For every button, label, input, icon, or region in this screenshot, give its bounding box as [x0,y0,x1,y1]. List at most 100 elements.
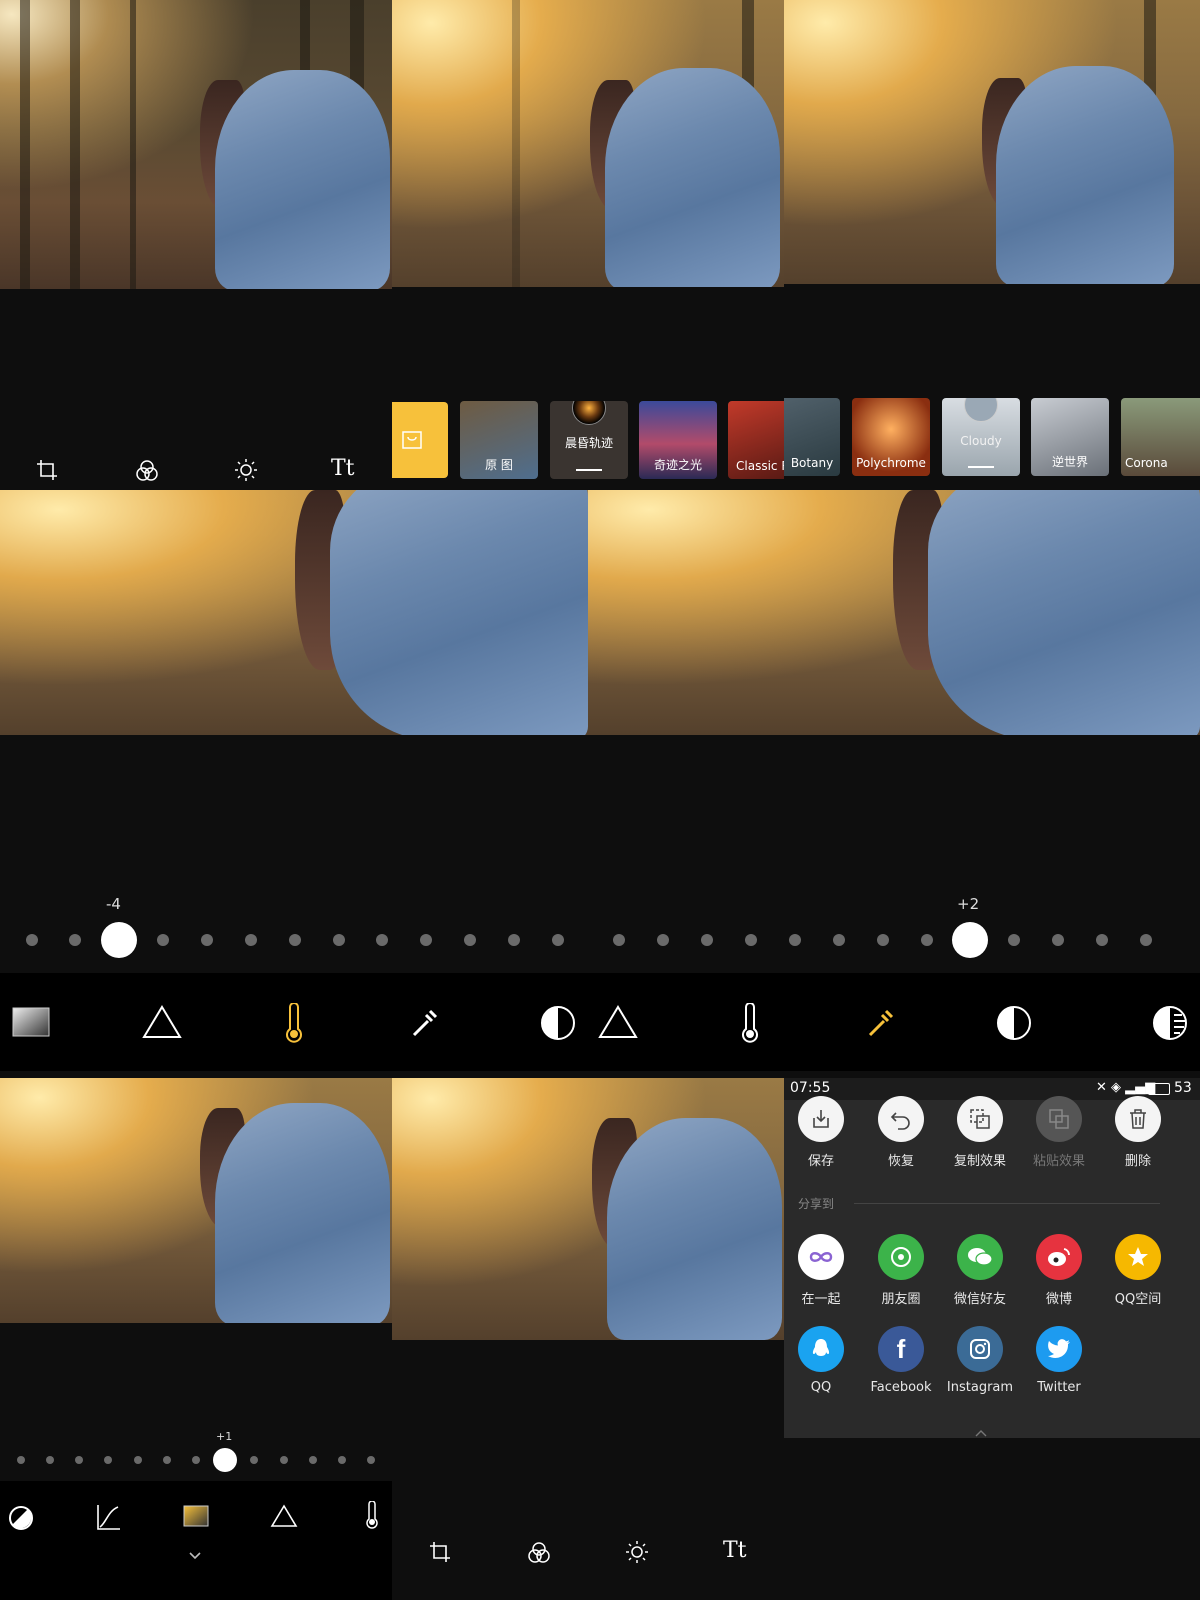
filter-label: Cloudy [960,434,1002,448]
filter-label: Classic R [736,459,784,473]
slider-dot [701,934,713,946]
slider-value: +1 [216,1430,233,1443]
triangle-icon[interactable] [598,1005,638,1039]
share-qq-button[interactable] [798,1326,844,1372]
share-label: 微信好友 [953,1292,1006,1307]
filter-icon[interactable] [134,458,160,484]
share-facebook-button[interactable]: f [878,1326,924,1372]
action-label: 恢复 [887,1154,914,1169]
filter-icon[interactable] [526,1540,552,1566]
filter-corona[interactable]: Corona [1121,398,1200,476]
slider-knob[interactable] [952,922,988,958]
share-twitter-button[interactable] [1036,1326,1082,1372]
delete-icon [1130,1109,1146,1129]
filter-original[interactable]: 原 图 [460,401,538,479]
slider-dot [289,934,301,946]
slider-dot [17,1456,25,1464]
temperature-icon[interactable] [738,1003,762,1043]
paste-icon [1049,1109,1069,1129]
adjust-icon[interactable] [625,1540,649,1564]
delete-button[interactable] [1115,1096,1161,1142]
slider-dot [280,1456,288,1464]
share-together-button[interactable] [798,1234,844,1280]
filter-polychrome[interactable]: Polychrome [852,398,930,476]
weibo-icon [1048,1248,1070,1266]
slider-dot [877,934,889,946]
slider-knob[interactable] [101,922,137,958]
filter-miracle-light[interactable]: 奇迹之光 [639,401,717,479]
slider-dot [309,1456,317,1464]
slider-knob[interactable] [213,1448,237,1472]
slider-dot [192,1456,200,1464]
filter-bag-tile[interactable] [392,402,448,478]
triangle-icon[interactable] [270,1504,298,1528]
temperature-icon[interactable] [282,1003,306,1043]
slider-dot [333,934,345,946]
slider-dot [657,934,669,946]
slider-track-2[interactable] [588,920,1200,960]
copy-effect-button[interactable] [957,1096,1003,1142]
triangle-icon[interactable] [142,1005,182,1039]
photo-filtered-1 [392,0,784,287]
share-instagram-button[interactable] [957,1326,1003,1372]
twitter-icon [1048,1339,1070,1358]
contrast-icon[interactable] [540,1005,576,1041]
undo-button[interactable] [878,1096,924,1142]
slider-dot [420,934,432,946]
crop-icon[interactable] [428,1540,452,1564]
main-toolbar-2: Tt [392,1530,784,1574]
filter-label: 晨昏轨迹 [564,436,613,450]
slider-dot [157,934,169,946]
text-icon[interactable]: Tt [723,1538,747,1563]
text-icon[interactable]: Tt [331,456,355,481]
photo-adjusted-2 [392,1078,784,1340]
contrast-alt-icon[interactable] [1152,1005,1188,1041]
crop-icon[interactable] [35,458,59,482]
slider-track-1[interactable] [0,920,588,960]
qq-icon [812,1339,830,1356]
filter-label: Corona [1125,456,1168,470]
share-moments-button[interactable] [878,1234,924,1280]
together-icon [809,1252,833,1262]
filter-reverse-world[interactable]: 逆世界 [1031,398,1109,476]
slider-dot [1096,934,1108,946]
slider-dot [1140,934,1152,946]
slider-dot [104,1456,112,1464]
share-wechat-button[interactable] [957,1234,1003,1280]
chevron-down-icon[interactable] [188,1551,202,1561]
gradient-icon[interactable] [12,1007,50,1037]
slider-dot [245,934,257,946]
gradient-icon[interactable] [183,1505,209,1527]
slider-dot [46,1456,54,1464]
curves-icon[interactable] [96,1503,122,1531]
filter-botany[interactable]: Botany [784,398,840,476]
eyedropper-icon[interactable] [866,1005,898,1039]
photo-zoom-1 [0,490,588,735]
adjust-icon[interactable] [234,458,258,482]
filter-classic[interactable]: Classic R [728,401,784,479]
filter-dusk-track[interactable]: 晨昏轨迹 [550,401,628,479]
slider-dot [464,934,476,946]
wechat-icon [968,1248,993,1266]
temperature-icon[interactable] [364,1501,380,1529]
share-weibo-button[interactable] [1036,1234,1082,1280]
slider-dot [134,1456,142,1464]
filter-badge-icon [964,398,998,422]
share-label: Facebook [870,1380,932,1395]
slider-dot [69,934,81,946]
filter-cloudy[interactable]: Cloudy [942,398,1020,476]
eyedropper-icon[interactable] [410,1005,442,1039]
save-icon [813,1110,829,1128]
photo-filtered-2 [784,0,1200,284]
exposure-icon[interactable] [8,1505,34,1531]
main-toolbar-1: Tt [0,448,392,492]
contrast-icon[interactable] [996,1005,1032,1041]
adjust-toolbar-3 [0,1481,392,1600]
slider-track-3[interactable] [0,1446,392,1474]
share-qzone-button[interactable] [1115,1234,1161,1280]
save-button[interactable] [798,1096,844,1142]
action-label: 粘贴效果 [1032,1154,1085,1169]
slider-dot [376,934,388,946]
action-label: 复制效果 [953,1154,1006,1169]
slider-dot [338,1456,346,1464]
